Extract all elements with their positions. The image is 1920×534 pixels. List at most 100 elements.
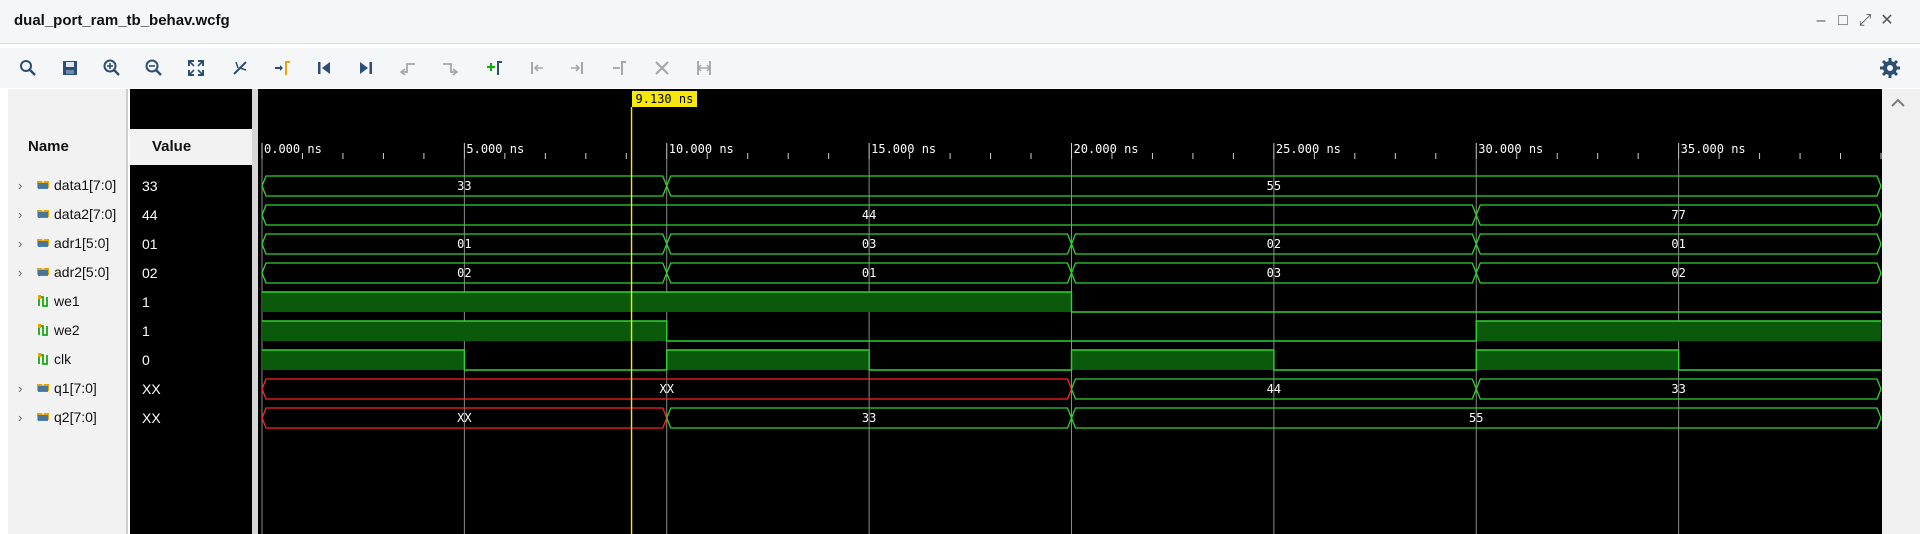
bus-value-label: 33 — [457, 179, 471, 193]
bus-signal-icon — [37, 268, 49, 276]
signal-row[interactable]: › adr2[5:0] — [8, 259, 128, 288]
signal-value: 1 — [142, 323, 150, 339]
bus-value-label: 33 — [1671, 382, 1685, 396]
add-marker-icon[interactable] — [480, 54, 508, 82]
bus-value-label: 01 — [1671, 237, 1685, 251]
zoom-fit-icon[interactable] — [182, 54, 210, 82]
bus-value-label: 33 — [862, 411, 876, 425]
vertical-scrollbar[interactable] — [1882, 89, 1920, 534]
bit-signal-icon — [38, 324, 48, 336]
bit-signal-icon — [38, 295, 48, 307]
signal-row[interactable]: clk — [8, 346, 128, 375]
signal-row[interactable]: › data2[7:0] — [8, 201, 128, 230]
signal-row[interactable]: › data1[7:0] — [8, 172, 128, 201]
bus-value-label: 01 — [457, 237, 471, 251]
signal-value: 02 — [142, 265, 158, 281]
bit-high-fill — [262, 350, 465, 370]
goto-cursor-icon[interactable] — [268, 54, 296, 82]
signal-value-column: Value 33 44 01 02 1 1 0 XX XX — [130, 89, 252, 534]
signal-value: 33 — [142, 178, 158, 194]
signal-value: XX — [142, 381, 161, 397]
bus-value-label: 03 — [862, 237, 876, 251]
ruler-tick-label: 25.000 ns — [1276, 142, 1341, 156]
cursor-time-label[interactable]: 9.130 ns — [631, 91, 698, 107]
close-icon[interactable]: ✕ — [1874, 8, 1900, 34]
bus-signal-icon — [37, 384, 49, 392]
bus-signal-icon — [37, 239, 49, 247]
signal-name-column: Name › data1[7:0] › data2[7:0] › adr1[5:0] › ad… — [8, 89, 128, 534]
bus-value-label: 55 — [1469, 411, 1483, 425]
next-marker-icon — [564, 54, 592, 82]
expand-chevron-icon[interactable]: › — [18, 236, 22, 251]
signal-name: adr1[5:0] — [54, 235, 110, 251]
signal-name: clk — [54, 351, 72, 367]
signal-row[interactable]: › adr1[5:0] — [8, 230, 128, 259]
bus-value-label: XX — [457, 411, 472, 425]
gear-icon[interactable] — [1878, 56, 1902, 80]
value-column-header[interactable]: Value — [152, 129, 191, 165]
bit-high-fill — [1476, 321, 1881, 341]
save-icon[interactable] — [56, 54, 84, 82]
zoom-out-icon[interactable] — [140, 54, 168, 82]
swap-cursors-icon — [606, 54, 634, 82]
bit-high-fill — [262, 321, 667, 341]
signal-value: 01 — [142, 236, 158, 252]
snap-icon — [690, 54, 718, 82]
bit-signal-icon — [38, 353, 48, 365]
zoom-in-icon[interactable] — [98, 54, 126, 82]
signal-name: we1 — [54, 293, 80, 309]
name-column-header[interactable]: Name — [28, 129, 69, 165]
signal-value: 1 — [142, 294, 150, 310]
search-icon[interactable] — [14, 54, 42, 82]
bit-high-fill — [1476, 350, 1679, 370]
waveform-window: dual_port_ram_tb_behav.wcfg – □ ⤢ ✕ Name… — [0, 0, 1920, 534]
cursor-to-zero-icon[interactable] — [226, 54, 254, 82]
bus-signal-icon — [37, 210, 49, 218]
next-transition-icon — [436, 54, 464, 82]
bus-signal-icon — [37, 413, 49, 421]
ruler-tick-label: 20.000 ns — [1074, 142, 1139, 156]
bit-high-fill — [1071, 350, 1274, 370]
signal-name: adr2[5:0] — [54, 264, 110, 280]
ruler-tick-label: 10.000 ns — [669, 142, 734, 156]
waveform-canvas[interactable]: 0.000 ns 5.000 ns 10.000 ns 15.000 ns 20.000… — [258, 89, 1882, 534]
signal-name: q2[7:0] — [54, 409, 97, 425]
ruler-tick-label: 35.000 ns — [1681, 142, 1746, 156]
signal-name: data1[7:0] — [54, 177, 117, 193]
bus-value-label: 77 — [1671, 208, 1685, 222]
bus-value-label: 02 — [1671, 266, 1685, 280]
bus-value-label: 44 — [1267, 382, 1281, 396]
ruler-tick-label: 30.000 ns — [1478, 142, 1543, 156]
bus-value-label: 02 — [1267, 237, 1281, 251]
ruler-band — [258, 89, 1882, 129]
window-title: dual_port_ram_tb_behav.wcfg — [14, 12, 230, 29]
waveform-svg: 0.000 ns 5.000 ns 10.000 ns 15.000 ns 20.000… — [258, 89, 1882, 534]
ruler-tick-label: 5.000 ns — [466, 142, 524, 156]
bit-high-fill — [666, 350, 870, 370]
title-bar: dual_port_ram_tb_behav.wcfg – □ ⤢ ✕ — [0, 0, 1920, 44]
go-to-start-icon[interactable] — [310, 54, 338, 82]
expand-chevron-icon[interactable]: › — [18, 381, 22, 396]
signal-value: 0 — [142, 352, 150, 368]
signal-row[interactable]: › q2[7:0] — [8, 404, 128, 433]
expand-chevron-icon[interactable]: › — [18, 178, 22, 193]
signal-row[interactable]: we1 — [8, 288, 128, 317]
bus-signal-icon — [37, 181, 49, 189]
bus-value-label: 55 — [1267, 179, 1281, 193]
delete-icon — [648, 54, 676, 82]
expand-chevron-icon[interactable]: › — [18, 410, 22, 425]
signal-value: 44 — [142, 207, 158, 223]
signal-name: data2[7:0] — [54, 206, 117, 222]
signal-value: XX — [142, 410, 161, 426]
bus-value-label: XX — [660, 382, 675, 396]
expand-chevron-icon[interactable]: › — [18, 265, 22, 280]
scroll-up-icon[interactable] — [1882, 93, 1920, 113]
signal-row[interactable]: › q1[7:0] — [8, 375, 128, 404]
ruler-tick-label: 0.000 ns — [264, 142, 322, 156]
go-to-end-icon[interactable] — [352, 54, 380, 82]
expand-chevron-icon[interactable]: › — [18, 207, 22, 222]
signal-name: we2 — [54, 322, 80, 338]
bus-value-label: 01 — [862, 266, 876, 280]
signal-row[interactable]: we2 — [8, 317, 128, 346]
ruler-tick-label: 15.000 ns — [871, 142, 936, 156]
